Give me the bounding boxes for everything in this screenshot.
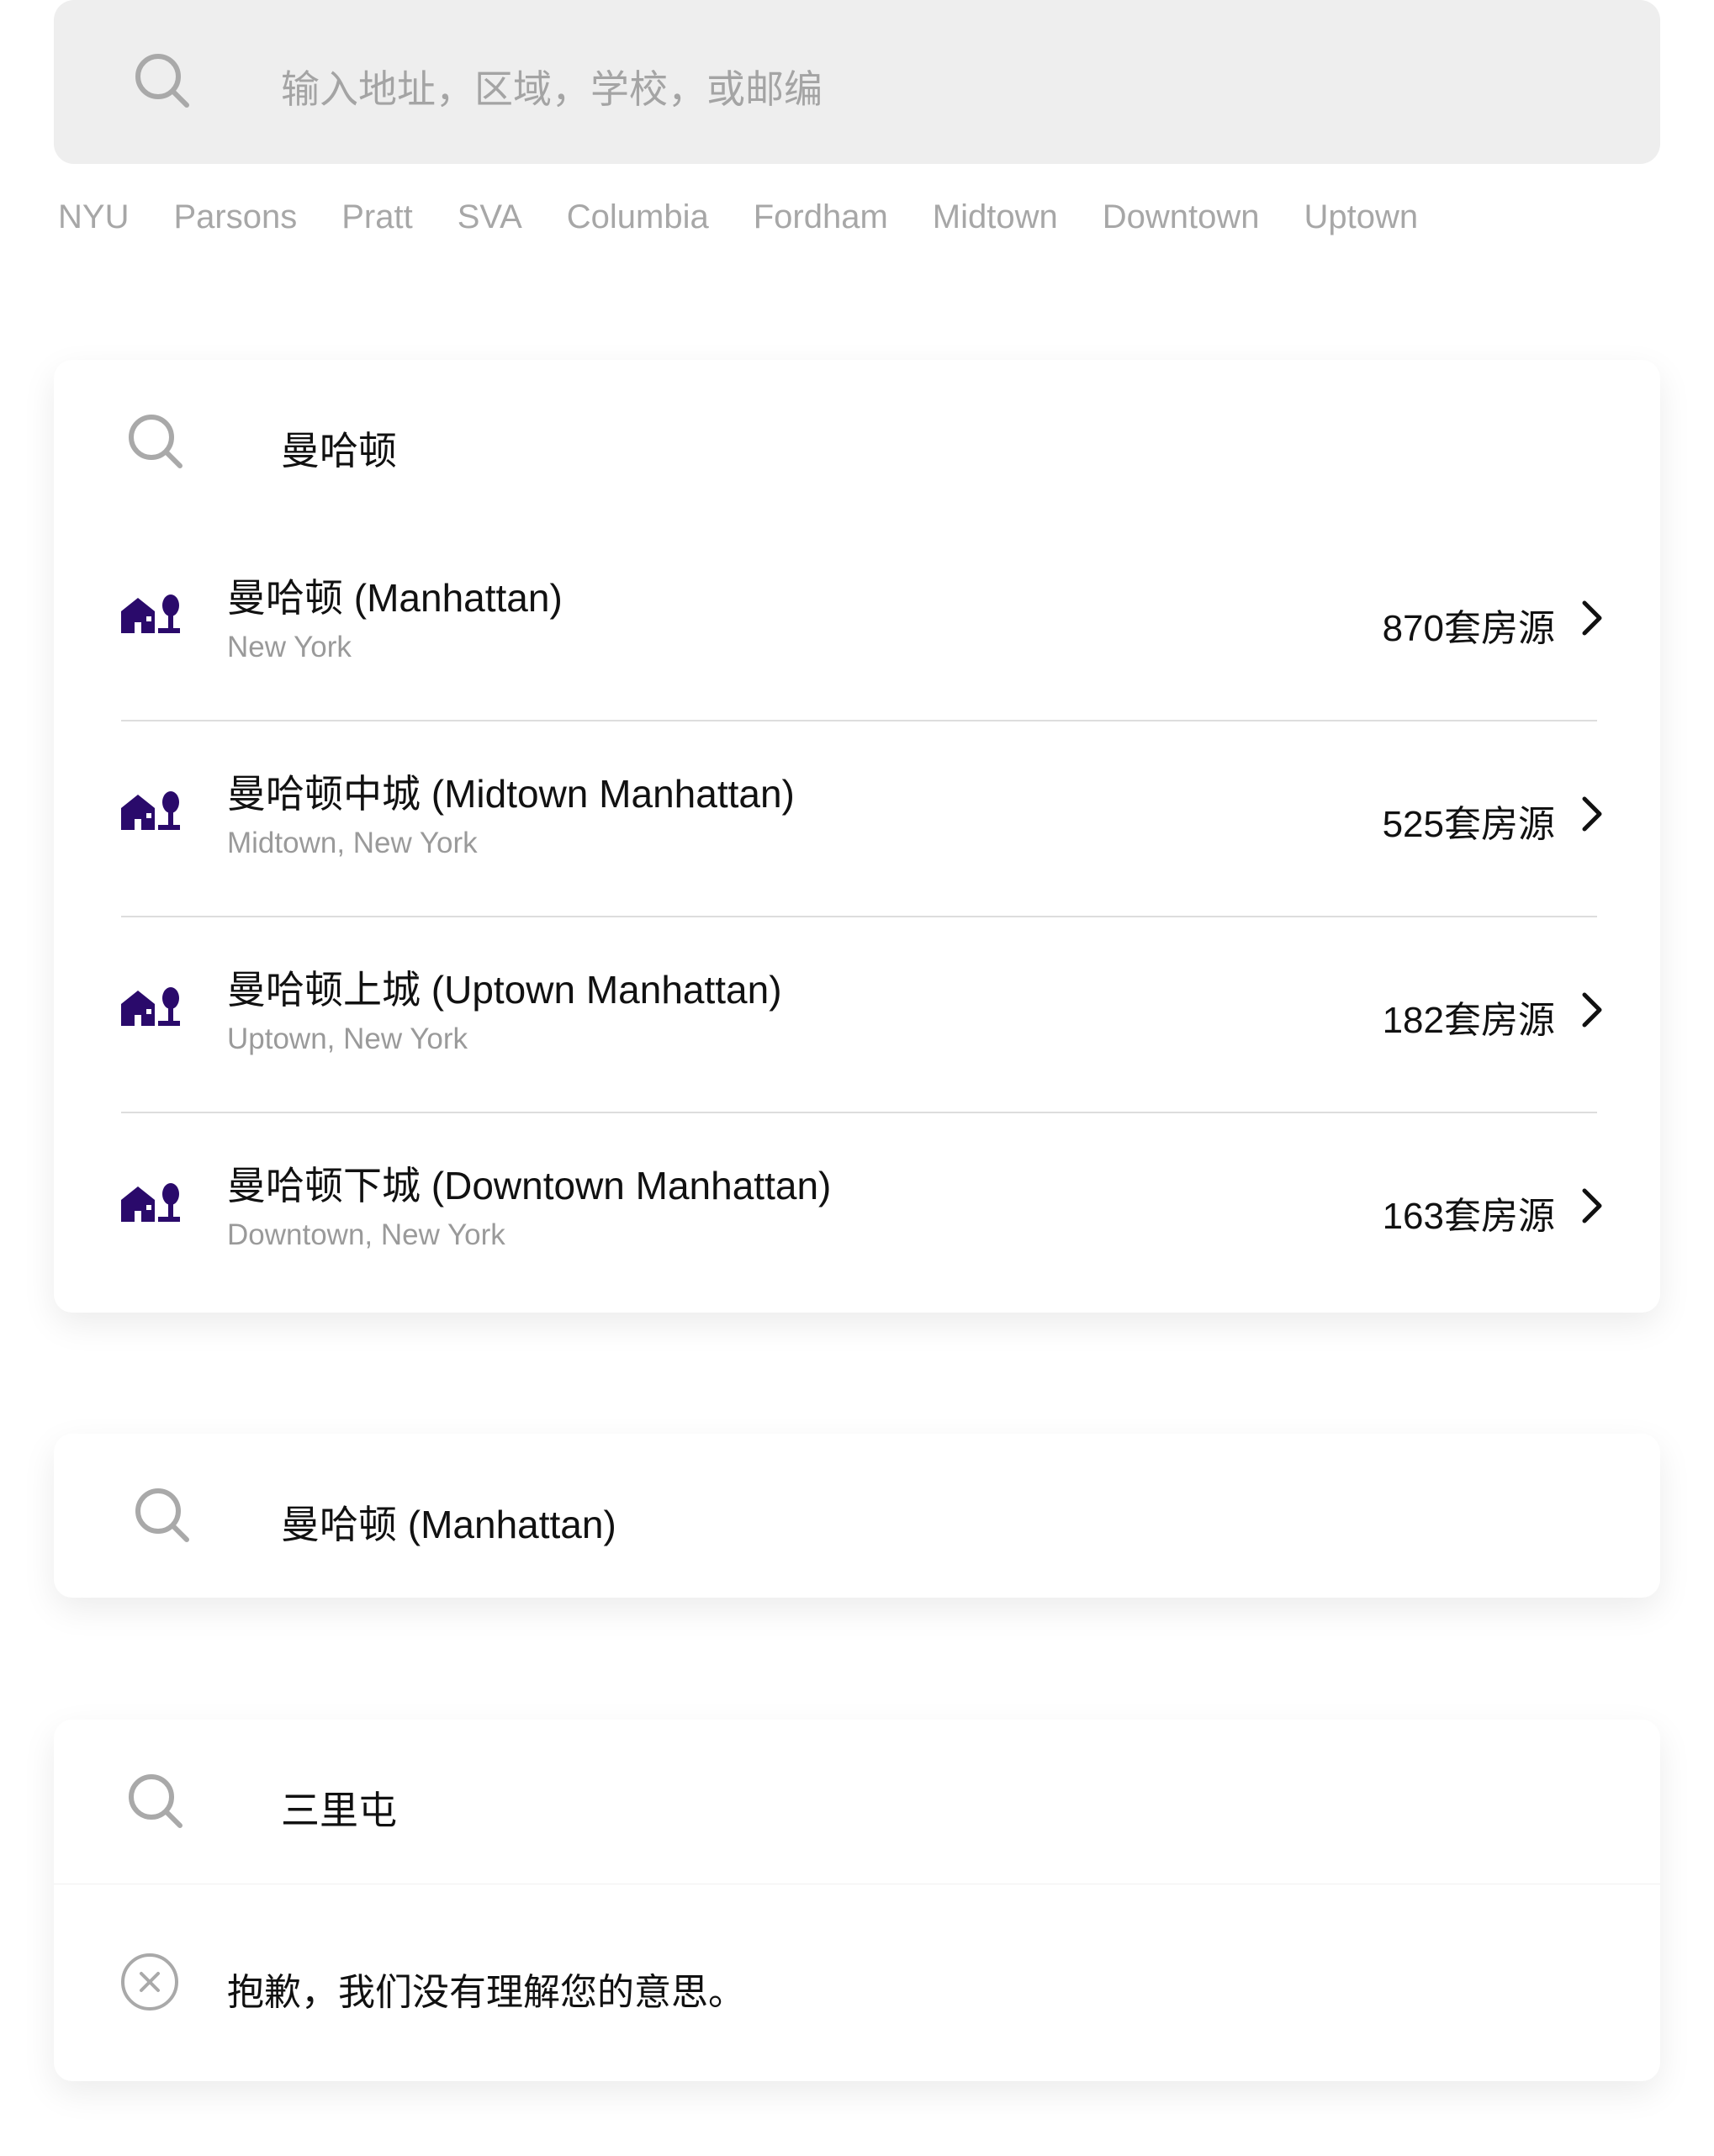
chevron-right-icon: [1578, 600, 1606, 637]
error-search-card: 三里屯 抱歉，我们没有理解您的意思。: [54, 1720, 1660, 2081]
suggestion-title: 曼哈顿上城 (Uptown Manhattan): [227, 968, 782, 1012]
search-icon: [126, 412, 187, 473]
suggestion-subtitle: New York: [227, 631, 352, 663]
building-tree-icon: [121, 1183, 180, 1222]
search-bar[interactable]: 输入地址，区域，学校，或邮编: [54, 0, 1660, 164]
suggestion-row[interactable]: 曼哈顿上城 (Uptown Manhattan) Uptown, New Yor…: [54, 916, 1660, 1112]
quick-link-fordham[interactable]: Fordham: [754, 198, 888, 240]
building-tree-icon: [121, 791, 180, 830]
selected-search-card[interactable]: 曼哈顿 (Manhattan): [54, 1434, 1660, 1598]
search-query-input[interactable]: 三里屯: [281, 1780, 397, 1836]
search-query-input[interactable]: 曼哈顿: [281, 420, 397, 476]
search-query-input[interactable]: 曼哈顿 (Manhattan): [281, 1494, 616, 1550]
suggestion-row[interactable]: 曼哈顿下城 (Downtown Manhattan) Downtown, New…: [54, 1112, 1660, 1308]
suggestion-title: 曼哈顿中城 (Midtown Manhattan): [227, 772, 795, 816]
search-icon: [126, 1772, 187, 1832]
suggestion-title: 曼哈顿下城 (Downtown Manhattan): [227, 1164, 832, 1207]
listing-count: 182套房源: [1382, 1000, 1555, 1041]
suggestion-title: 曼哈顿 (Manhattan): [227, 576, 563, 620]
chevron-right-icon: [1578, 991, 1606, 1028]
quick-link-columbia[interactable]: Columbia: [567, 198, 709, 240]
quick-link-nyu[interactable]: NYU: [58, 198, 129, 240]
error-message: 抱歉，我们没有理解您的意思。: [227, 1972, 745, 2013]
quick-link-sva[interactable]: SVA: [458, 198, 522, 240]
suggestion-row[interactable]: 曼哈顿中城 (Midtown Manhattan) Midtown, New Y…: [54, 720, 1660, 916]
chevron-right-icon: [1578, 1187, 1606, 1224]
building-tree-icon: [121, 987, 180, 1026]
suggestion-subtitle: Midtown, New York: [227, 827, 478, 859]
chevron-right-icon: [1578, 795, 1606, 832]
suggestions-card: 曼哈顿 曼哈顿 (Manhattan) New York 870套房源 曼哈顿中…: [54, 360, 1660, 1313]
building-tree-icon: [121, 594, 180, 633]
listing-count: 525套房源: [1382, 804, 1555, 845]
listing-count: 870套房源: [1382, 608, 1555, 649]
listing-count: 163套房源: [1382, 1196, 1555, 1237]
quick-link-parsons[interactable]: Parsons: [173, 198, 297, 240]
quick-link-midtown[interactable]: Midtown: [933, 198, 1058, 240]
close-circle-icon: [119, 1952, 180, 2012]
suggestion-row[interactable]: 曼哈顿 (Manhattan) New York 870套房源: [54, 524, 1660, 720]
quick-link-uptown[interactable]: Uptown: [1304, 198, 1419, 240]
search-icon: [133, 51, 193, 112]
quick-link-downtown[interactable]: Downtown: [1103, 198, 1260, 240]
search-placeholder[interactable]: 输入地址，区域，学校，或邮编: [281, 59, 823, 114]
suggestion-subtitle: Downtown, New York: [227, 1218, 505, 1251]
quick-link-pratt[interactable]: Pratt: [341, 198, 412, 240]
suggestion-subtitle: Uptown, New York: [227, 1023, 468, 1055]
search-icon: [133, 1486, 193, 1546]
quick-links: NYU Parsons Pratt SVA Columbia Fordham M…: [58, 198, 1418, 240]
